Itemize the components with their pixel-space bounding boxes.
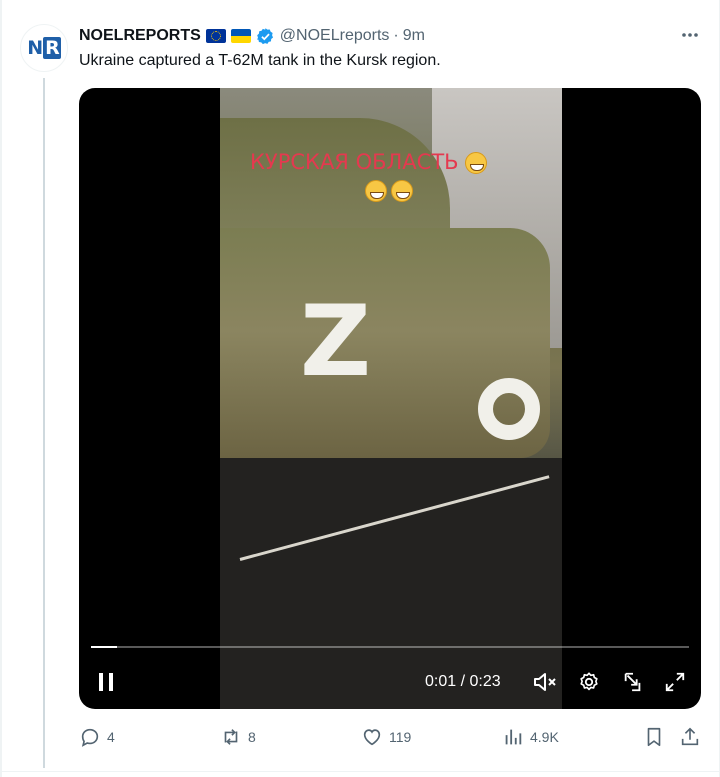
- tweet-divider: [0, 771, 720, 772]
- settings-icon: [580, 672, 598, 691]
- timestamp[interactable]: 9m: [403, 27, 425, 45]
- avatar-logo-r: R: [43, 37, 61, 59]
- fullscreen-icon: [665, 672, 685, 692]
- heart-icon: [363, 729, 381, 746]
- reply-button[interactable]: 4: [79, 724, 115, 750]
- like-count: 119: [389, 729, 412, 745]
- settings-button[interactable]: [571, 660, 607, 704]
- tank-marking-o: [478, 378, 540, 440]
- fullscreen-button[interactable]: [657, 660, 693, 704]
- picture-in-picture-icon: [624, 672, 641, 692]
- mute-button[interactable]: [527, 660, 563, 704]
- bookmark-button[interactable]: [643, 724, 671, 750]
- verified-badge-icon[interactable]: [256, 27, 275, 46]
- video-progress-fill: [91, 646, 117, 648]
- header-separator: ·: [393, 27, 399, 44]
- eu-flag-icon: [205, 29, 226, 43]
- video-controls: 0:01 / 0:23: [79, 660, 701, 704]
- tweet-header: NOELREPORTS @NOELreports · 9m: [79, 25, 425, 47]
- views-button[interactable]: 4.9K: [502, 724, 559, 750]
- share-icon: [681, 727, 699, 746]
- avatar-logo-n: N: [27, 37, 43, 59]
- thread-connector-line: [43, 78, 45, 768]
- pause-button[interactable]: [91, 660, 121, 704]
- views-count: 4.9K: [530, 729, 559, 745]
- video-frame[interactable]: Z КУРСКАЯ ОБЛАСТЬ: [220, 88, 562, 709]
- avatar[interactable]: NR: [20, 24, 68, 72]
- display-name[interactable]: NOELREPORTS: [79, 27, 201, 45]
- avatar-logo: NR: [27, 37, 61, 59]
- repost-button[interactable]: 8: [220, 724, 256, 750]
- repost-icon: [224, 729, 238, 745]
- pause-icon: [99, 673, 113, 691]
- emoji-row: [365, 180, 413, 202]
- more-options-button[interactable]: [676, 24, 704, 46]
- reply-count: 4: [107, 729, 115, 745]
- video-overlay-caption-text: КУРСКАЯ ОБЛАСТЬ: [250, 150, 459, 174]
- video-player[interactable]: Z КУРСКАЯ ОБЛАСТЬ 0:01 / 0:23: [79, 88, 701, 709]
- share-button[interactable]: [679, 724, 707, 750]
- views-icon: [505, 729, 522, 745]
- picture-in-picture-button[interactable]: [615, 660, 651, 704]
- reply-icon: [81, 728, 99, 747]
- grin-emoji-icon: [465, 152, 488, 174]
- user-handle[interactable]: @NOELreports: [280, 27, 390, 45]
- video-progress-bar[interactable]: [91, 646, 689, 648]
- ukraine-flag-icon: [230, 29, 251, 43]
- more-icon: [682, 33, 698, 37]
- grin-emoji-icon: [365, 180, 387, 202]
- tweet-actions: 4 8 119 4.9K: [79, 724, 705, 750]
- bookmark-icon: [647, 727, 661, 747]
- tank-marking-z: Z: [300, 285, 372, 399]
- tweet-text: Ukraine captured a T-62M tank in the Kur…: [79, 52, 441, 69]
- repost-count: 8: [248, 729, 256, 745]
- grin-emoji-icon: [391, 180, 413, 202]
- timeline-border-left: [0, 0, 2, 777]
- video-overlay-caption: КУРСКАЯ ОБЛАСТЬ: [250, 150, 488, 174]
- like-button[interactable]: 119: [361, 724, 411, 750]
- video-time-readout: 0:01 / 0:23: [425, 673, 501, 690]
- mute-icon: [534, 673, 556, 691]
